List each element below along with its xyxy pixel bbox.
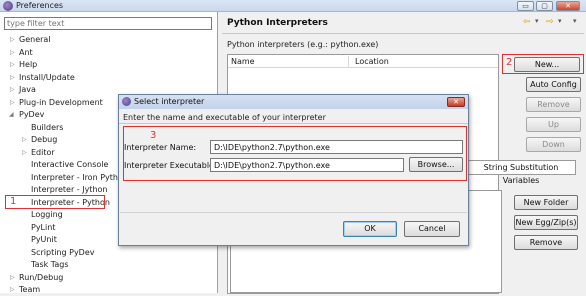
dialog-app-icon [122, 97, 131, 106]
tree-item-install-update[interactable]: Install/Update [19, 72, 75, 84]
dialog-button-divider [120, 212, 467, 213]
tree-item-debug[interactable]: Debug [31, 134, 57, 146]
annotation-box-1 [5, 195, 105, 209]
annotation-number-1: 1 [10, 196, 17, 207]
tree-expand-icon[interactable]: ▷ [22, 147, 27, 159]
annotation-box-2 [502, 54, 584, 74]
tree-expand-icon[interactable]: ▷ [10, 72, 15, 84]
auto-config-button[interactable]: Auto Config [526, 77, 581, 92]
tree-expand-icon[interactable]: ▷ [10, 97, 15, 109]
header-divider [222, 33, 584, 34]
tree-item-scripting-pydev[interactable]: Scripting PyDev [31, 247, 95, 259]
tree-expand-icon[interactable]: ▷ [10, 34, 15, 46]
forward-arrow-icon[interactable]: ⇨ [546, 17, 554, 27]
browse-button[interactable]: Browse... [409, 157, 463, 172]
interpreter-name-field[interactable] [210, 140, 463, 154]
tree-item-builders[interactable]: Builders [31, 122, 63, 134]
interpreter-executable-label: Interpreter Executable: [124, 161, 217, 170]
window-title: Preferences [16, 1, 64, 10]
tree-expand-icon[interactable]: ▷ [22, 134, 27, 146]
eclipse-app-icon [3, 1, 13, 11]
annotation-number-2: 2 [506, 57, 513, 68]
tree-item-java[interactable]: Java [19, 84, 36, 96]
dialog-description: Enter the name and executable of your in… [123, 113, 326, 122]
close-window-button[interactable]: ✕ [556, 1, 580, 11]
back-menu-chevron-icon[interactable]: ▾ [535, 17, 539, 25]
window-title-bar [0, 0, 586, 12]
tree-expand-icon[interactable]: ▷ [10, 284, 15, 296]
tree-expand-icon[interactable]: ▷ [10, 47, 15, 59]
new-egg-zip-button[interactable]: New Egg/Zip(s) [514, 215, 578, 230]
tree-item-task-tags[interactable]: Task Tags [31, 259, 69, 271]
tab-string-substitution[interactable]: String Substitution Variables [466, 160, 576, 185]
tree-item-ant[interactable]: Ant [19, 47, 33, 59]
move-down-button[interactable]: Down [526, 137, 581, 152]
interpreter-executable-field[interactable] [210, 158, 404, 172]
dialog-close-button[interactable]: ✕ [447, 97, 465, 107]
tree-item-pydev[interactable]: PyDev [19, 109, 44, 121]
column-header-name[interactable]: Name [231, 57, 255, 66]
remove-interpreter-button[interactable]: Remove [526, 97, 581, 112]
interpreters-label: Python interpreters (e.g.: python.exe) [227, 40, 379, 49]
new-folder-button[interactable]: New Folder [514, 195, 578, 210]
back-arrow-icon[interactable]: ⇦ [523, 17, 531, 27]
column-divider [348, 56, 349, 67]
move-up-button[interactable]: Up [526, 117, 581, 132]
tree-item-run-debug[interactable]: Run/Debug [19, 272, 63, 284]
tree-item-logging[interactable]: Logging [31, 209, 63, 221]
maximize-button[interactable]: ▢ [536, 1, 553, 11]
tree-expand-icon[interactable]: ▷ [10, 59, 15, 71]
annotation-number-3: 3 [150, 130, 157, 141]
ok-button[interactable]: OK [343, 221, 397, 237]
tree-item-editor[interactable]: Editor [31, 147, 55, 159]
tree-expand-icon[interactable]: ▷ [10, 272, 15, 284]
dialog-title: Select interpreter [134, 97, 205, 106]
tree-item-help[interactable]: Help [19, 59, 37, 71]
view-menu-chevron-icon[interactable]: ▾ [573, 17, 577, 25]
tree-item-interpreter-iron-python[interactable]: Interpreter - Iron Python [31, 172, 128, 184]
remove-library-button[interactable]: Remove [514, 235, 578, 250]
column-header-location[interactable]: Location [355, 57, 389, 66]
minimize-button[interactable]: ▭ [517, 1, 534, 11]
page-title: Python Interpreters [227, 18, 328, 28]
tree-item-team[interactable]: Team [19, 284, 40, 296]
tree-item-interactive-console[interactable]: Interactive Console [31, 159, 108, 171]
tree-item-pylint[interactable]: PyLint [31, 222, 55, 234]
tree-item-pyunit[interactable]: PyUnit [31, 234, 57, 246]
tree-expand-icon[interactable]: ▷ [10, 84, 15, 96]
interpreter-name-label: Interpreter Name: [124, 143, 197, 152]
cancel-button[interactable]: Cancel [404, 221, 460, 237]
tree-expand-icon[interactable]: ◢ [9, 109, 14, 121]
filter-input[interactable] [4, 17, 212, 30]
tree-item-plug-in-development[interactable]: Plug-in Development [19, 97, 103, 109]
forward-menu-chevron-icon[interactable]: ▾ [558, 17, 562, 25]
tree-item-general[interactable]: General [19, 34, 51, 46]
